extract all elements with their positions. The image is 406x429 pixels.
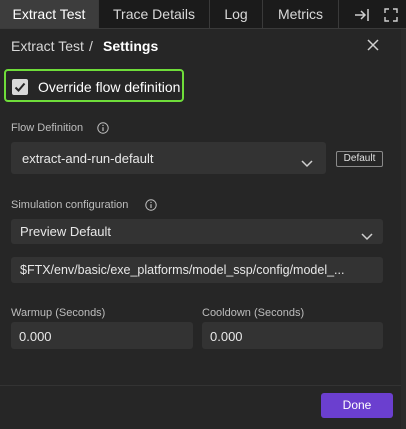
fullscreen-icon[interactable] (380, 0, 402, 28)
breadcrumb: Extract Test / Settings (0, 29, 406, 61)
flow-definition-value: extract-and-run-default (22, 151, 154, 166)
cooldown-input[interactable]: 0.000 (202, 322, 383, 349)
warmup-input[interactable]: 0.000 (11, 322, 193, 349)
tab-metrics[interactable]: Metrics (263, 0, 339, 28)
info-icon[interactable] (97, 121, 109, 134)
warmup-value: 0.000 (19, 329, 52, 344)
tab-log[interactable]: Log (210, 0, 263, 28)
override-flow-definition-highlight: Override flow definition (4, 69, 184, 102)
cooldown-label: Cooldown (Seconds) (202, 307, 305, 319)
collapse-right-icon[interactable] (352, 0, 374, 28)
footer-divider (0, 385, 406, 386)
simulation-configuration-select[interactable]: Preview Default (11, 219, 383, 244)
info-icon[interactable] (145, 198, 157, 211)
settings-panel: Extract Test Trace Details Log Metrics E… (0, 0, 406, 429)
breadcrumb-parent[interactable]: Extract Test (11, 38, 84, 54)
breadcrumb-separator: / (89, 38, 93, 54)
cooldown-value: 0.000 (210, 329, 243, 344)
override-label[interactable]: Override flow definition (38, 79, 180, 95)
scrollbar[interactable] (401, 29, 406, 429)
done-button[interactable]: Done (321, 393, 393, 418)
flow-definition-label: Flow Definition (11, 122, 84, 134)
page-title: Settings (103, 38, 159, 54)
checkmark-icon (14, 82, 26, 92)
tab-bar: Extract Test Trace Details Log Metrics (0, 0, 406, 29)
tab-extract-test[interactable]: Extract Test (0, 0, 99, 28)
override-checkbox[interactable] (12, 79, 28, 95)
chevron-down-icon (361, 228, 373, 241)
chevron-down-icon (301, 155, 313, 168)
simulation-config-path: $FTX/env/basic/exe_platforms/model_ssp/c… (20, 263, 345, 277)
simulation-configuration-label: Simulation configuration (11, 199, 129, 211)
simulation-config-path-field[interactable]: $FTX/env/basic/exe_platforms/model_ssp/c… (11, 257, 383, 283)
tab-trace-details[interactable]: Trace Details (99, 0, 210, 28)
close-icon[interactable] (364, 36, 382, 54)
warmup-label: Warmup (Seconds) (11, 307, 106, 319)
simulation-configuration-value: Preview Default (20, 224, 112, 239)
default-badge: Default (336, 151, 383, 167)
flow-definition-select[interactable]: extract-and-run-default (11, 142, 326, 174)
